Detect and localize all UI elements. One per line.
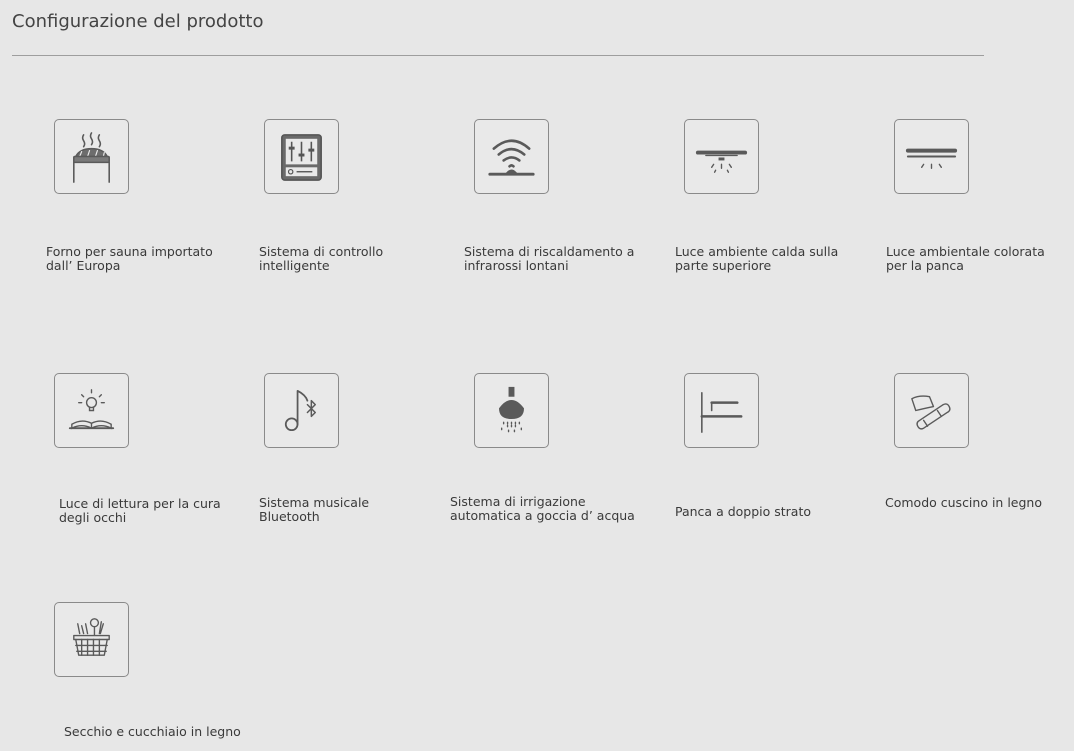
feature-label: Secchio e cucchiaio in legno — [64, 724, 241, 739]
ceiling-light-icon — [684, 119, 759, 194]
feature-label: Sistema di riscaldamento a infrarossi lo… — [464, 244, 635, 273]
title-divider — [12, 55, 984, 56]
feature-label: Sistema di controllo intelligente — [259, 244, 384, 273]
reading-light-icon — [54, 373, 129, 448]
feature-label: Forno per sauna importato dall’ Europa — [46, 244, 213, 273]
control-panel-icon — [264, 119, 339, 194]
feature-label: Sistema di irrigazione automatica a gocc… — [450, 494, 635, 523]
feature-label: Luce ambientale colorata per la panca — [886, 244, 1045, 273]
bucket-ladle-icon — [54, 602, 129, 677]
bluetooth-music-icon — [264, 373, 339, 448]
feature-label: Panca a doppio strato — [675, 504, 812, 519]
water-drip-icon — [474, 373, 549, 448]
feature-label: Comodo cuscino in legno — [885, 495, 1042, 510]
sauna-stove-icon — [54, 119, 129, 194]
feature-label: Luce ambiente calda sulla parte superior… — [675, 244, 839, 273]
wooden-pillow-icon — [894, 373, 969, 448]
infrared-heating-icon — [474, 119, 549, 194]
bench-light-icon — [894, 119, 969, 194]
double-bench-icon — [684, 373, 759, 448]
feature-label: Sistema musicale Bluetooth — [259, 495, 370, 524]
page-title: Configurazione del prodotto — [12, 11, 264, 32]
feature-label: Luce di lettura per la cura degli occhi — [59, 496, 221, 525]
